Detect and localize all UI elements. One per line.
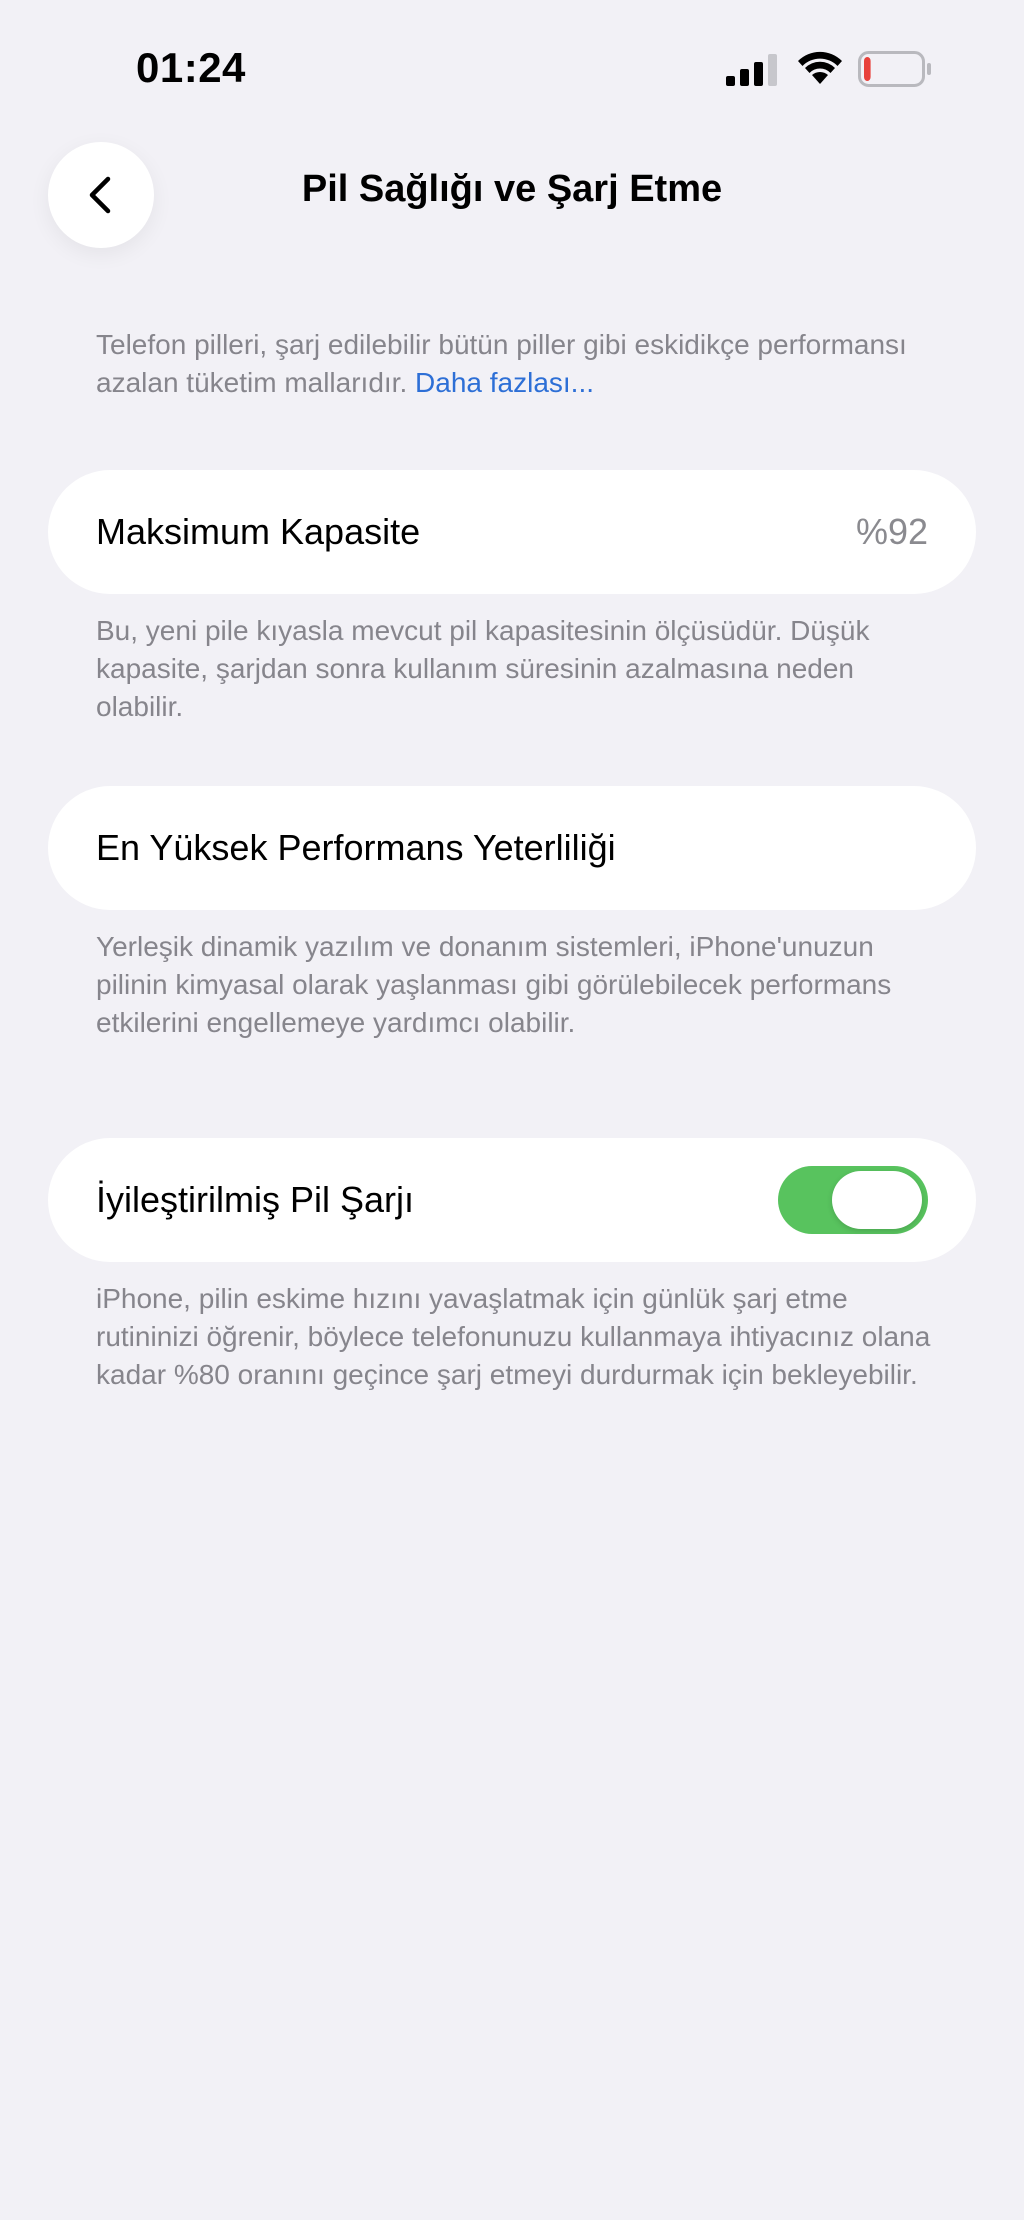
optimized-charging-toggle[interactable] — [778, 1166, 928, 1234]
max-capacity-footnote: Bu, yeni pile kıyasla mevcut pil kapasit… — [96, 615, 870, 722]
wifi-icon — [798, 51, 842, 84]
page-title: Pil Sağlığı ve Şarj Etme — [301, 168, 723, 210]
optimized-charging-footnote: iPhone, pilin eskime hızını yavaşlatmak … — [96, 1283, 931, 1390]
peak-performance-cell: En Yüksek Performans Yeterliliği — [48, 786, 976, 910]
battery-icon — [858, 51, 931, 87]
intro-description: Telefon pilleri, şarj edilebilir bütün p… — [96, 326, 936, 402]
max-capacity-label: Maksimum Kapasite — [96, 511, 421, 552]
toggle-knob — [832, 1171, 922, 1229]
peak-performance-label: En Yüksek Performans Yeterliliği — [96, 827, 616, 868]
status-bar: 01:24 — [0, 0, 1024, 130]
status-time: 01:24 — [136, 44, 246, 91]
max-capacity-cell: Maksimum Kapasite %92 — [48, 470, 976, 594]
battery-level-fill — [864, 57, 871, 81]
learn-more-link[interactable]: Daha fazlası... — [415, 367, 594, 398]
peak-performance-footnote: Yerleşik dinamik yazılım ve donanım sist… — [96, 931, 892, 1038]
optimized-charging-label: İyileştirilmiş Pil Şarjı — [96, 1179, 415, 1220]
max-capacity-value: %92 — [855, 511, 928, 552]
optimized-charging-cell: İyileştirilmiş Pil Şarjı — [48, 1138, 976, 1262]
signal-icon — [726, 54, 777, 86]
